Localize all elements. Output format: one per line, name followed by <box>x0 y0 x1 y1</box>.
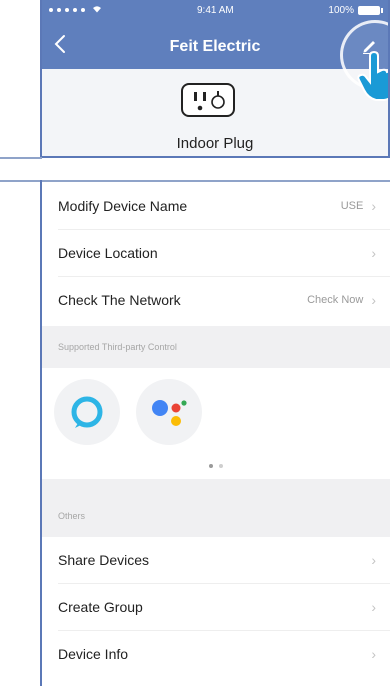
modify-device-name-row[interactable]: Modify Device Name USE › <box>42 183 390 229</box>
check-now-link[interactable]: Check Now <box>307 294 363 306</box>
status-time: 9:41 AM <box>197 5 234 16</box>
battery-icon <box>358 6 383 15</box>
alexa-icon <box>71 396 103 428</box>
frame-line <box>0 157 42 159</box>
row-label: Share Devices <box>58 552 150 568</box>
row-value: USE <box>340 200 364 212</box>
device-header-card: 9:41 AM 100% Feit Electric Indoor Plug <box>40 0 390 158</box>
page-title: Feit Electric <box>169 38 261 55</box>
wifi-icon <box>92 5 102 15</box>
google-assistant-icon <box>152 400 187 426</box>
outlet-icon <box>181 83 235 117</box>
row-label: Check The Network <box>58 292 181 308</box>
third-party-carousel <box>42 369 390 479</box>
device-name: Indoor Plug <box>176 135 254 152</box>
google-assistant-button[interactable] <box>136 379 202 445</box>
device-summary: Indoor Plug <box>42 69 388 156</box>
create-group-row[interactable]: Create Group › <box>42 584 390 630</box>
pager-dot[interactable] <box>219 464 223 468</box>
chevron-right-icon: › <box>371 245 376 261</box>
chevron-right-icon: › <box>371 646 376 662</box>
nav-bar: 9:41 AM 100% Feit Electric <box>42 0 388 90</box>
chevron-right-icon: › <box>371 292 376 308</box>
row-label: Modify Device Name <box>58 198 188 214</box>
status-bar: 9:41 AM 100% <box>42 5 388 21</box>
battery-percent: 100% <box>328 5 354 16</box>
check-network-row[interactable]: Check The Network Check Now › <box>42 277 390 323</box>
chevron-right-icon: › <box>371 198 376 214</box>
section-header-third-party: Supported Third-party Control <box>42 326 390 368</box>
settings-panel: Modify Device Name USE › Device Location… <box>40 180 390 686</box>
section-header-others: Others <box>42 479 390 537</box>
row-label: Device Info <box>58 646 129 662</box>
carousel-pager[interactable] <box>42 455 390 473</box>
row-label: Create Group <box>58 599 143 615</box>
alexa-button[interactable] <box>54 379 120 445</box>
frame-line <box>0 180 42 182</box>
chevron-right-icon: › <box>371 599 376 615</box>
signal-indicator <box>49 5 102 15</box>
device-info-row[interactable]: Device Info › <box>42 631 390 677</box>
pager-dot[interactable] <box>209 464 213 468</box>
row-label: Device Location <box>58 245 158 261</box>
share-devices-row[interactable]: Share Devices › <box>42 537 390 583</box>
device-location-row[interactable]: Device Location › <box>42 230 390 276</box>
chevron-right-icon: › <box>371 552 376 568</box>
